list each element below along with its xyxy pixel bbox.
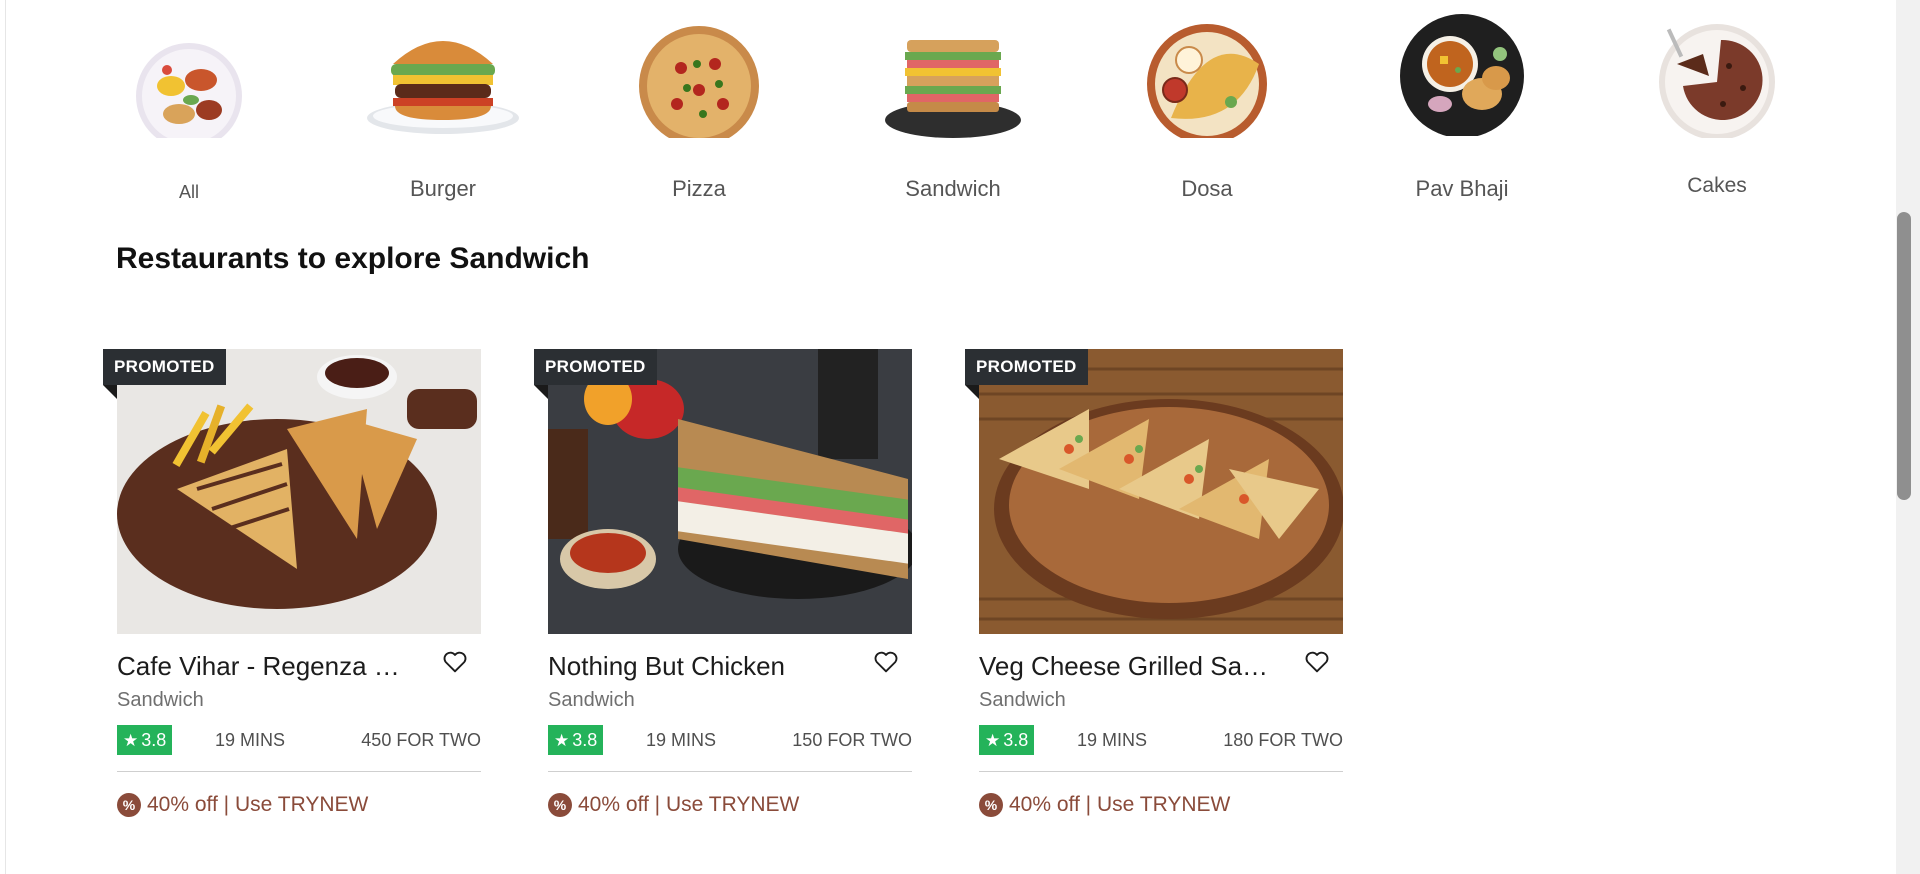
category-label: Cakes	[1687, 174, 1747, 197]
restaurant-image[interactable]	[548, 349, 912, 634]
category-strip: All Burger Pizza Sandwich Dosa Pav Bhaji…	[6, 0, 1897, 203]
badge-fold	[534, 385, 548, 399]
divider	[548, 771, 912, 772]
restaurant-image[interactable]	[117, 349, 481, 634]
badge-fold	[103, 385, 117, 399]
heart-icon[interactable]	[872, 648, 900, 676]
category-burger[interactable]: Burger	[363, 18, 523, 202]
sandwich-icon	[885, 18, 1021, 138]
star-icon: ★	[554, 731, 570, 750]
category-label: Dosa	[1181, 176, 1233, 201]
category-pav-bhaji[interactable]: Pav Bhaji	[1382, 14, 1542, 202]
badge-fold	[965, 385, 979, 399]
rating-badge: ★ 3.8	[117, 725, 172, 755]
delivery-time: 19 MINS	[215, 730, 286, 750]
star-icon: ★	[123, 731, 139, 750]
page-container: All Burger Pizza Sandwich Dosa Pav Bhaji…	[5, 0, 1896, 874]
category-label: All	[178, 182, 199, 202]
restaurant-name[interactable]: Cafe Vihar - Regenza …	[117, 651, 417, 682]
cost-for-two: 150 FOR TWO	[792, 730, 912, 750]
dosa-icon	[1147, 18, 1267, 144]
restaurant-name[interactable]: Nothing But Chicken	[548, 651, 848, 682]
discount-icon: %	[117, 793, 141, 817]
category-sandwich[interactable]: Sandwich	[873, 18, 1033, 202]
pizza-icon	[639, 18, 759, 146]
cake-icon	[1657, 18, 1777, 140]
restaurant-name[interactable]: Veg Cheese Grilled Sa…	[979, 651, 1279, 682]
cuisine-label: Sandwich	[979, 689, 1066, 711]
pav-bhaji-icon	[1400, 14, 1524, 138]
divider	[117, 771, 481, 772]
discount-icon: %	[548, 793, 572, 817]
burger-icon	[367, 18, 519, 138]
offer-text: 40% off | Use TRYNEW	[1009, 793, 1231, 816]
offer-text: 40% off | Use TRYNEW	[578, 793, 800, 816]
delivery-time: 19 MINS	[1077, 730, 1148, 750]
rating-badge: ★ 3.8	[979, 725, 1034, 755]
discount-icon: %	[979, 793, 1003, 817]
category-label: Burger	[409, 176, 477, 201]
category-label: Pav Bhaji	[1415, 176, 1509, 201]
heart-icon[interactable]	[441, 648, 469, 676]
heart-icon[interactable]	[1303, 648, 1331, 676]
rating-badge: ★ 3.8	[548, 725, 603, 755]
offer-text: 40% off | Use TRYNEW	[147, 793, 369, 816]
section-title: Restaurants to explore Sandwich	[116, 242, 590, 275]
cuisine-label: Sandwich	[117, 689, 204, 711]
offer-row: % 40% off | Use TRYNEW	[548, 793, 799, 817]
category-label: Sandwich	[905, 176, 1001, 201]
scrollbar-thumb[interactable]	[1897, 212, 1911, 500]
category-all[interactable]: All	[109, 18, 269, 203]
offer-row: % 40% off | Use TRYNEW	[979, 793, 1230, 817]
divider	[979, 771, 1343, 772]
promoted-badge: PROMOTED	[103, 349, 226, 385]
mixed-platter-icon	[129, 18, 249, 149]
vertical-scrollbar[interactable]	[1896, 0, 1920, 874]
category-dosa[interactable]: Dosa	[1127, 18, 1287, 202]
promoted-badge: PROMOTED	[965, 349, 1088, 385]
star-icon: ★	[985, 731, 1001, 750]
rating-value: 3.8	[572, 730, 598, 750]
category-pizza[interactable]: Pizza	[619, 18, 779, 202]
cost-for-two: 450 FOR TWO	[361, 730, 481, 750]
category-label: Pizza	[672, 176, 726, 201]
promoted-badge: PROMOTED	[534, 349, 657, 385]
cost-for-two: 180 FOR TWO	[1223, 730, 1343, 750]
category-cakes[interactable]: Cakes	[1637, 18, 1797, 198]
rating-value: 3.8	[141, 730, 167, 750]
delivery-time: 19 MINS	[646, 730, 717, 750]
offer-row: % 40% off | Use TRYNEW	[117, 793, 368, 817]
restaurant-image[interactable]	[979, 349, 1343, 634]
rating-value: 3.8	[1003, 730, 1029, 750]
cuisine-label: Sandwich	[548, 689, 635, 711]
